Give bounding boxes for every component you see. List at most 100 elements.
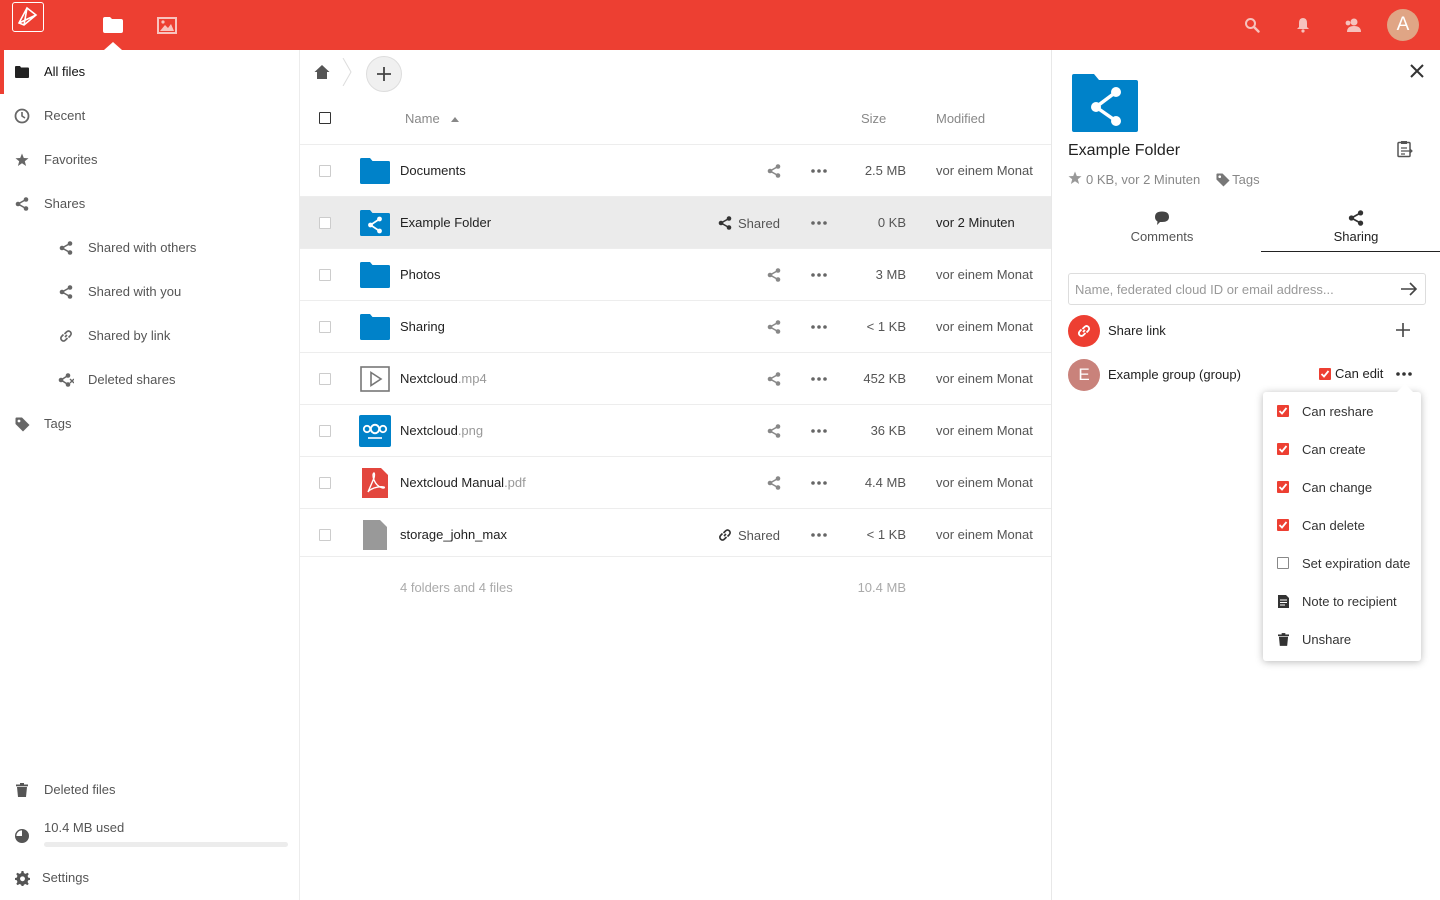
group-avatar: E <box>1068 359 1100 391</box>
nav-all-files[interactable]: All files <box>0 50 299 94</box>
file-name[interactable]: Documents <box>400 163 466 178</box>
file-basename: Nextcloud <box>400 371 458 386</box>
file-name[interactable]: Sharing <box>400 319 445 334</box>
menu-item-can-reshare[interactable]: Can reshare <box>1263 392 1421 430</box>
select-all-checkbox[interactable] <box>319 112 331 124</box>
column-modified-header[interactable]: Modified <box>936 111 985 126</box>
tag-icon <box>1216 172 1230 187</box>
file-name[interactable]: storage_john_max <box>400 527 507 542</box>
nav-tags[interactable]: Tags <box>0 402 299 446</box>
user-avatar[interactable]: A <box>1387 9 1419 41</box>
clock-icon <box>14 108 30 124</box>
menu-item-set-expiration-date[interactable]: Set expiration date <box>1263 544 1421 582</box>
row-checkbox[interactable] <box>319 425 331 437</box>
row-checkbox[interactable] <box>319 217 331 229</box>
file-size: 452 KB <box>863 371 906 386</box>
tab-sharing[interactable]: Sharing <box>1261 208 1440 252</box>
nav-shared-with-you[interactable]: Shared with you <box>0 270 299 314</box>
file-name[interactable]: Example Folder <box>400 215 491 230</box>
nav-settings[interactable]: Settings <box>0 856 299 900</box>
row-checkbox[interactable] <box>319 269 331 281</box>
share-icon[interactable] <box>765 162 781 180</box>
contacts-icon[interactable] <box>1343 15 1363 35</box>
nav-shared-with-others[interactable]: Shared with others <box>0 226 299 270</box>
new-button[interactable] <box>366 56 402 92</box>
file-modified: vor einem Monat <box>936 319 1033 334</box>
share-icon[interactable] <box>765 318 781 336</box>
more-actions-icon[interactable] <box>810 267 828 283</box>
search-icon[interactable] <box>1242 15 1262 35</box>
file-name[interactable]: Nextcloud Manual.pdf <box>400 475 526 490</box>
folder-icon <box>360 262 392 294</box>
more-actions-icon[interactable] <box>810 319 828 335</box>
file-row[interactable]: Nextcloud.mp4 452 KB vor einem Monat <box>300 352 1051 404</box>
menu-item-can-delete[interactable]: Can delete <box>1263 506 1421 544</box>
deleted-share-icon <box>58 372 74 388</box>
file-size: < 1 KB <box>866 527 906 542</box>
row-checkbox[interactable] <box>319 165 331 177</box>
notifications-icon[interactable] <box>1293 15 1313 35</box>
share-with-input[interactable] <box>1068 273 1426 305</box>
row-checkbox[interactable] <box>319 373 331 385</box>
gallery-app-icon[interactable] <box>155 13 179 37</box>
more-actions-icon[interactable] <box>810 215 828 231</box>
file-row[interactable]: Example Folder Shared 0 KB vor 2 Minuten <box>300 196 1051 248</box>
nav-favorites[interactable]: Favorites <box>0 138 299 182</box>
file-row[interactable]: Nextcloud.png 36 KB vor einem Monat <box>300 404 1051 456</box>
share-menu-button[interactable] <box>1395 366 1413 382</box>
file-row[interactable]: Sharing < 1 KB vor einem Monat <box>300 300 1051 352</box>
add-share-link-icon[interactable] <box>1396 323 1412 339</box>
share-icon[interactable] <box>765 422 781 440</box>
file-name[interactable]: Nextcloud.mp4 <box>400 371 487 386</box>
tags-button[interactable]: Tags <box>1216 172 1260 187</box>
row-checkbox[interactable] <box>319 321 331 333</box>
share-icon[interactable] <box>765 474 781 492</box>
row-checkbox[interactable] <box>319 529 331 541</box>
home-icon[interactable] <box>314 64 330 80</box>
menu-item-note-to-recipient[interactable]: Note to recipient <box>1263 582 1421 620</box>
shared-indicator[interactable]: Shared <box>718 526 788 544</box>
file-name[interactable]: Nextcloud.png <box>400 423 483 438</box>
column-name-header[interactable]: Name <box>405 111 440 126</box>
nav-recent[interactable]: Recent <box>0 94 299 138</box>
row-checkbox[interactable] <box>319 477 331 489</box>
close-icon[interactable] <box>1410 64 1426 80</box>
more-actions-icon[interactable] <box>810 527 828 543</box>
file-icon <box>363 520 395 552</box>
files-app-icon[interactable] <box>101 13 125 37</box>
nav-shares[interactable]: Shares <box>0 182 299 226</box>
nav-deleted-shares[interactable]: Deleted shares <box>0 358 299 402</box>
nav-deleted-files[interactable]: Deleted files <box>0 768 299 812</box>
file-meta: 0 KB, vor 2 Minuten Tags <box>1068 171 1260 188</box>
menu-item-unshare[interactable]: Unshare <box>1263 620 1421 658</box>
app-navigation: All files Recent Favorites Shares Shared… <box>0 50 300 900</box>
favorite-star-icon[interactable] <box>1068 171 1082 188</box>
menu-item-can-change[interactable]: Can change <box>1263 468 1421 506</box>
file-row[interactable]: Photos 3 MB vor einem Monat <box>300 248 1051 300</box>
copy-link-icon[interactable] <box>1397 140 1415 158</box>
shared-indicator[interactable]: Shared <box>718 214 788 232</box>
nextcloud-logo[interactable] <box>12 2 44 32</box>
tab-comments[interactable]: Comments <box>1067 208 1257 252</box>
can-edit-checkbox[interactable]: Can edit <box>1319 366 1383 381</box>
menu-item-label: Can reshare <box>1302 404 1374 419</box>
arrow-right-icon[interactable] <box>1400 280 1418 298</box>
more-actions-icon[interactable] <box>810 371 828 387</box>
folder-icon <box>360 314 392 346</box>
file-row[interactable]: Nextcloud Manual.pdf 4.4 MB vor einem Mo… <box>300 456 1051 508</box>
more-actions-icon[interactable] <box>810 423 828 439</box>
more-icon <box>1396 372 1412 376</box>
share-icon[interactable] <box>765 370 781 388</box>
file-modified: vor einem Monat <box>936 267 1033 282</box>
file-row[interactable]: storage_john_max Shared < 1 KB vor einem… <box>300 508 1051 560</box>
more-actions-icon[interactable] <box>810 475 828 491</box>
share-icon[interactable] <box>765 266 781 284</box>
more-actions-icon[interactable] <box>810 163 828 179</box>
nav-label: Favorites <box>44 152 98 167</box>
column-size-header[interactable]: Size <box>861 111 886 126</box>
nav-shared-by-link[interactable]: Shared by link <box>0 314 299 358</box>
file-row[interactable]: Documents 2.5 MB vor einem Monat <box>300 144 1051 196</box>
share-link-label[interactable]: Share link <box>1108 323 1166 338</box>
menu-item-can-create[interactable]: Can create <box>1263 430 1421 468</box>
file-name[interactable]: Photos <box>400 267 440 282</box>
